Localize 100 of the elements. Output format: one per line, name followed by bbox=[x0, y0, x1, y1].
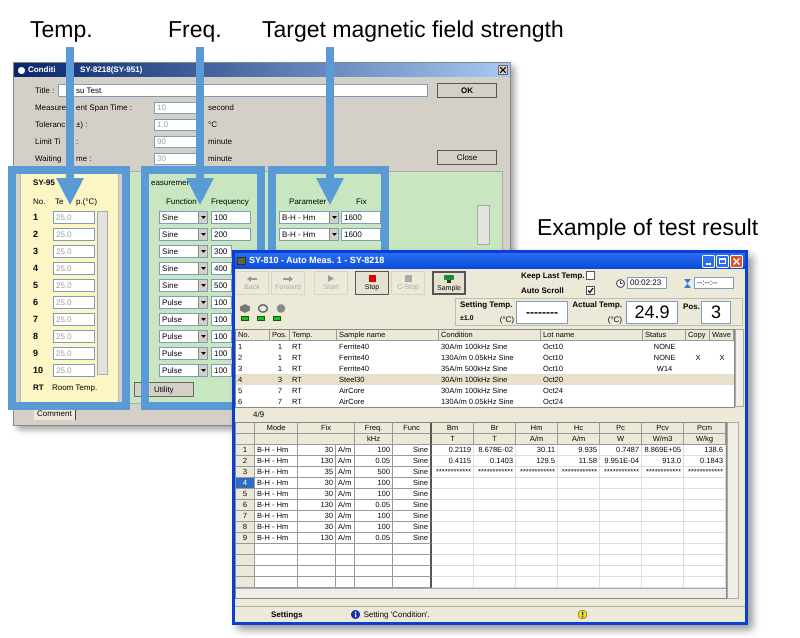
input-field[interactable]: 200 bbox=[211, 228, 251, 241]
table-cell bbox=[516, 478, 558, 489]
input-field[interactable]: 100 bbox=[211, 330, 232, 343]
table-cell bbox=[474, 555, 516, 566]
table-cell bbox=[600, 500, 642, 511]
input-field[interactable]: 100 bbox=[211, 211, 251, 224]
label: (°C) bbox=[500, 314, 514, 326]
row-number: 9 bbox=[33, 346, 40, 360]
scrollbar[interactable] bbox=[97, 211, 108, 375]
clock-icon bbox=[616, 278, 625, 288]
input-field[interactable]: 100 bbox=[211, 313, 232, 326]
table-cell bbox=[684, 478, 726, 489]
table-cell bbox=[684, 489, 726, 500]
row-header[interactable] bbox=[236, 566, 255, 577]
label: minute bbox=[208, 153, 232, 165]
table-cell bbox=[558, 489, 600, 500]
hourglass-icon bbox=[684, 278, 691, 288]
input-field[interactable]: 100 bbox=[211, 347, 232, 360]
checkbox[interactable] bbox=[586, 271, 595, 280]
table-cell bbox=[516, 544, 558, 555]
dropdown[interactable]: Sine bbox=[159, 211, 208, 224]
scrollbar[interactable] bbox=[477, 205, 490, 245]
input-field[interactable]: 400 bbox=[211, 262, 232, 275]
position-field[interactable]: 3 bbox=[701, 300, 731, 324]
label: second bbox=[208, 102, 234, 114]
setting-temp-field[interactable]: -------- bbox=[516, 300, 568, 324]
dropdown[interactable]: Pulse bbox=[159, 347, 208, 360]
label: Te bbox=[55, 196, 64, 208]
row-header[interactable] bbox=[236, 577, 255, 588]
dropdown[interactable]: Sine bbox=[159, 245, 208, 258]
ring-icon bbox=[258, 304, 268, 312]
table-cell bbox=[516, 489, 558, 500]
header-cell bbox=[298, 434, 355, 445]
scrollbar[interactable] bbox=[236, 588, 726, 598]
stop-icon bbox=[368, 275, 376, 282]
table-cell bbox=[558, 500, 600, 511]
minimize-button[interactable] bbox=[702, 254, 715, 268]
label: Setting 'Condition'. bbox=[364, 608, 430, 620]
table-cell bbox=[642, 533, 684, 544]
table-cell bbox=[474, 533, 516, 544]
input-field[interactable]: 300 bbox=[211, 245, 232, 258]
label: ent Span Time : bbox=[76, 102, 134, 114]
row-number: 7 bbox=[33, 312, 40, 326]
dropdown[interactable]: Pulse bbox=[159, 364, 208, 377]
dropdown[interactable]: Pulse bbox=[159, 296, 208, 309]
remaining-time-field[interactable]: --:--:-- bbox=[694, 277, 734, 289]
back-arrow-icon bbox=[247, 276, 257, 282]
table-cell bbox=[642, 566, 684, 577]
label: Actual Temp. bbox=[572, 298, 622, 310]
table-cell bbox=[336, 555, 355, 566]
maximize-button[interactable] bbox=[716, 254, 729, 268]
dropdown[interactable]: Sine bbox=[159, 279, 208, 292]
table-cell bbox=[642, 489, 684, 500]
dropdown[interactable]: Pulse bbox=[159, 313, 208, 326]
scrollbar[interactable] bbox=[735, 329, 744, 407]
table-cell bbox=[600, 511, 642, 522]
caption: Example of test result bbox=[537, 213, 758, 242]
ok-button[interactable]: OK bbox=[437, 83, 497, 98]
label: Keep Last Temp. bbox=[521, 270, 586, 282]
label: Title : bbox=[35, 84, 56, 96]
app-icon bbox=[237, 257, 246, 265]
row-number: 3 bbox=[33, 244, 40, 258]
table-cell bbox=[255, 555, 298, 566]
label: Fix bbox=[356, 196, 367, 208]
scrollbar[interactable] bbox=[727, 422, 739, 599]
row-number: 6 bbox=[33, 296, 40, 309]
elapsed-time-field[interactable]: 00:02:23 bbox=[627, 277, 667, 289]
table-cell bbox=[558, 522, 600, 533]
dropdown[interactable]: Sine bbox=[159, 262, 208, 275]
row-header[interactable] bbox=[236, 544, 255, 555]
title-field[interactable]: su Test bbox=[58, 84, 428, 97]
row-header[interactable] bbox=[236, 555, 255, 566]
table-cell bbox=[642, 522, 684, 533]
table-cell bbox=[432, 555, 474, 566]
actual-temp-field[interactable]: 24.9 bbox=[626, 300, 678, 324]
input-field[interactable]: 1600 bbox=[341, 228, 381, 241]
table-cell bbox=[600, 566, 642, 577]
dropdown[interactable]: B-H - Hm bbox=[279, 211, 339, 224]
dropdown[interactable]: B-H - Hm bbox=[279, 228, 339, 241]
label: No. bbox=[33, 196, 46, 208]
close-icon bbox=[733, 258, 740, 264]
input-field[interactable]: 100 bbox=[211, 296, 232, 309]
dropdown[interactable]: Sine bbox=[159, 228, 208, 241]
play-icon bbox=[328, 275, 334, 282]
close-button[interactable] bbox=[498, 65, 508, 75]
table-cell bbox=[336, 566, 355, 577]
callout-label: Target magnetic field strength bbox=[262, 15, 564, 44]
table-cell bbox=[516, 511, 558, 522]
maximize-icon bbox=[719, 258, 726, 264]
table-cell bbox=[558, 566, 600, 577]
table-cell bbox=[474, 544, 516, 555]
label: p.(°C) bbox=[76, 196, 97, 208]
sphere-icon bbox=[276, 304, 286, 312]
input-field[interactable]: 1600 bbox=[341, 211, 381, 224]
table-cell bbox=[600, 522, 642, 533]
input-field[interactable]: 500 bbox=[211, 279, 232, 292]
dropdown[interactable]: Pulse bbox=[159, 330, 208, 343]
checkbox[interactable] bbox=[586, 286, 595, 295]
input-field[interactable]: 100 bbox=[211, 364, 232, 377]
close-button[interactable]: Close bbox=[437, 150, 497, 165]
